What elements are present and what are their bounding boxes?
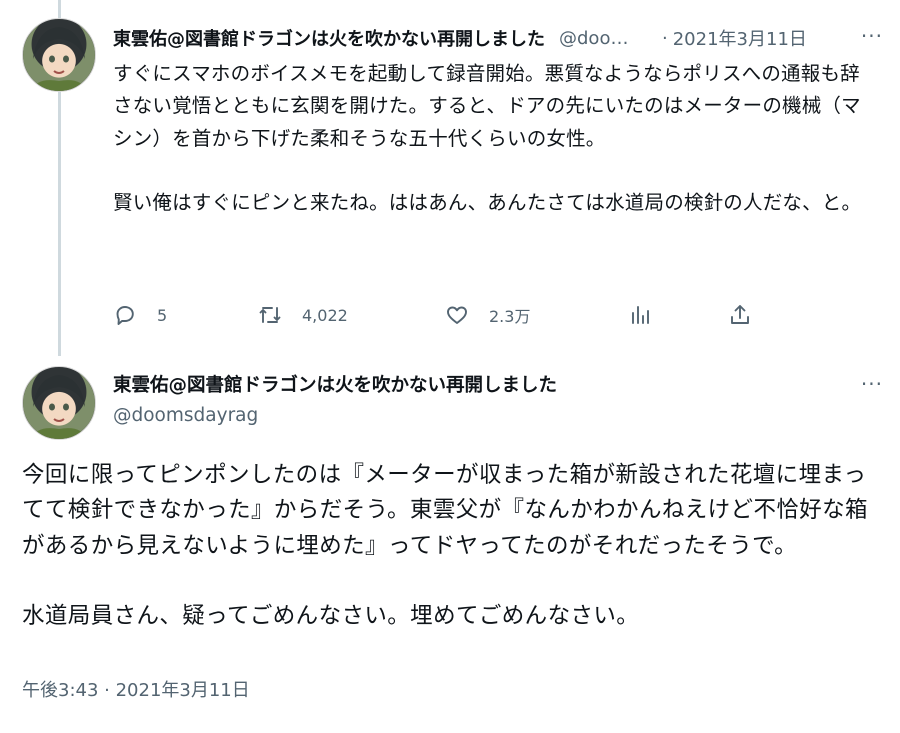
avatar[interactable]: [22, 18, 96, 92]
separator-dot: ·: [662, 27, 668, 49]
like-button[interactable]: 2.3万: [445, 298, 530, 332]
tweet1-text: すぐにスマホのボイスメモを起動して録音開始。悪質なようならポリスへの通報も辞さな…: [113, 58, 873, 220]
reply-count: 5: [157, 305, 168, 325]
tweet-paragraph: 水道局員さん、疑ってごめんなさい。埋めてごめんなさい。: [22, 603, 640, 630]
like-icon: [447, 306, 467, 324]
tweet2-text: 今回に限ってピンポンしたのは『メーターが収まった箱が新設された花壇に埋まってて検…: [22, 458, 882, 635]
more-icon[interactable]: ···: [861, 24, 883, 48]
views-button[interactable]: [628, 298, 652, 332]
author-name[interactable]: 東雲佑@図書館ドラゴンは火を吹かない再開しました: [113, 25, 545, 51]
tweet-paragraph: 賢い俺はすぐにピンと来たね。ははあん、あんたさては水道局の検針の人だな、と。: [113, 191, 862, 215]
author-handle[interactable]: @doomsdayrag: [113, 405, 258, 426]
timestamp-link[interactable]: 午後3:43 · 2021年3月11日: [22, 680, 250, 701]
author-handle[interactable]: @doomsdayrag: [559, 28, 644, 49]
reply-icon: [116, 306, 134, 325]
more-icon[interactable]: ···: [861, 372, 883, 396]
tweet-paragraph: 今回に限ってピンポンしたのは『メーターが収まった箱が新設された花壇に埋まってて検…: [22, 462, 868, 559]
share-button[interactable]: [728, 298, 752, 332]
tweet1-header: 東雲佑@図書館ドラゴンは火を吹かない再開しました @doomsdayrag · …: [113, 24, 883, 52]
retweet-button[interactable]: 4,022: [258, 298, 348, 332]
tweet-paragraph: すぐにスマホのボイスメモを起動して録音開始。悪質なようならポリスへの通報も辞さな…: [113, 62, 861, 150]
avatar-illustration: [31, 27, 87, 91]
tweet-action-bar: 5 4,022 2.3万: [113, 298, 773, 332]
views-icon: [632, 306, 649, 324]
share-icon: [731, 305, 749, 324]
retweet-count: 4,022: [302, 305, 348, 325]
avatar-illustration: [31, 375, 87, 439]
tweet-date[interactable]: 2021年3月11日: [673, 25, 807, 51]
reply-button[interactable]: 5: [113, 298, 167, 332]
tweet-timestamp[interactable]: 午後3:43 · 2021年3月11日: [22, 676, 250, 702]
like-count: 2.3万: [489, 307, 531, 326]
avatar[interactable]: [22, 366, 96, 440]
author-name[interactable]: 東雲佑@図書館ドラゴンは火を吹かない再開しました: [113, 371, 557, 397]
retweet-icon: [259, 307, 281, 323]
